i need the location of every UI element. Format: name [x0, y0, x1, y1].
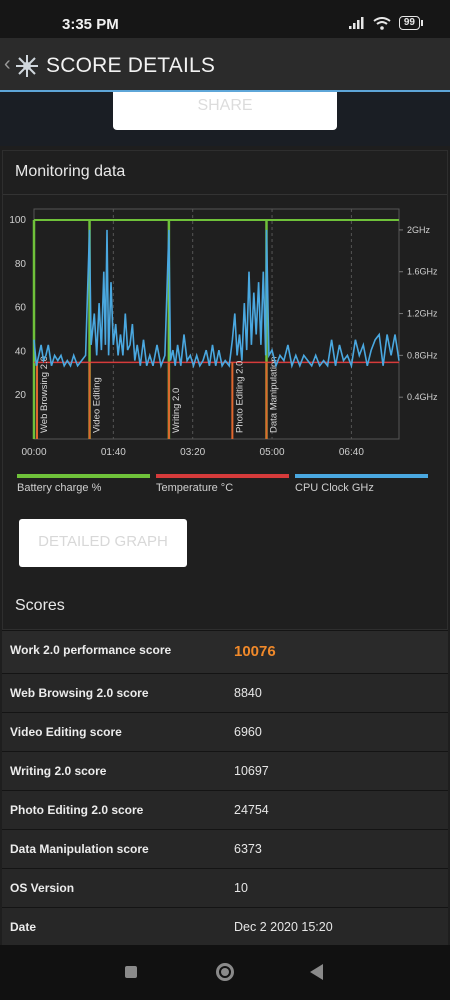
status-bar: 3:35 PM 99: [0, 0, 450, 38]
legend-swatch-battery: [17, 474, 150, 478]
y-right-tick-label: 0.8GHz: [407, 350, 438, 360]
legend-label-battery: Battery charge %: [17, 482, 102, 494]
score-value: 24754: [234, 803, 269, 817]
score-value: 6960: [234, 725, 262, 739]
y-left-tick-label: 100: [9, 215, 26, 226]
segment-label: Web Browsing 2.0: [39, 356, 50, 433]
app-logo-icon: [16, 55, 38, 77]
score-value: 10: [234, 881, 248, 895]
y-right-tick-label: 2GHz: [407, 225, 431, 235]
y-left-tick-label: 40: [15, 346, 27, 357]
legend-item-battery: Battery charge %: [17, 474, 150, 494]
y-left-tick-label: 60: [15, 303, 27, 314]
signal-icon: [348, 17, 364, 29]
scores-table: Work 2.0 performance score 10076 Web Brows…: [2, 630, 448, 946]
segment-label: Video Editing: [92, 377, 103, 433]
score-label: Video Editing score: [10, 725, 122, 739]
score-row: Work 2.0 performance score 10076: [2, 630, 448, 673]
score-row: Photo Editing 2.0 score 24754: [2, 790, 448, 829]
chart-legend: Battery charge % Temperature °C CPU Cloc…: [17, 474, 435, 498]
share-area: SHARE: [0, 92, 450, 146]
y-left-tick-label: 80: [15, 259, 27, 270]
score-label: Photo Editing 2.0 score: [10, 803, 144, 817]
legend-label-temperature: Temperature °C: [156, 482, 234, 494]
battery-indicator: 99: [398, 16, 424, 30]
x-tick-label: 03:20: [180, 447, 205, 458]
monitoring-title: Monitoring data: [15, 163, 126, 180]
score-value: 8840: [234, 686, 262, 700]
back-icon[interactable]: [310, 964, 323, 980]
score-label: Web Browsing 2.0 score: [10, 686, 149, 700]
legend-item-temperature: Temperature °C: [156, 474, 289, 494]
score-label: Writing 2.0 score: [10, 764, 107, 778]
score-row: Web Browsing 2.0 score 8840: [2, 673, 448, 712]
score-label: OS Version: [10, 881, 75, 895]
score-value: 6373: [234, 842, 262, 856]
back-chevron-icon[interactable]: ‹: [4, 53, 11, 76]
status-icons: 99: [348, 16, 424, 30]
score-row: Writing 2.0 score 10697: [2, 751, 448, 790]
navigation-bar: [0, 945, 450, 1000]
score-row: Data Manipulation score 6373: [2, 829, 448, 868]
score-row: Video Editing score 6960: [2, 712, 448, 751]
y-right-tick-label: 1.2GHz: [407, 309, 438, 319]
monitoring-panel: Monitoring data 00:00 01:40 03:20 05:00 06:4…: [2, 150, 448, 630]
page-title: SCORE DETAILS: [46, 54, 216, 77]
segment-label: Writing 2.0: [171, 388, 182, 433]
wifi-icon: [373, 16, 391, 30]
app-bar: ‹ SCORE DETAILS: [0, 38, 450, 92]
segment-label: Data Manipulation: [268, 356, 279, 433]
x-tick-label: 05:00: [260, 447, 285, 458]
divider: [3, 194, 447, 195]
legend-item-cpu: CPU Clock GHz: [295, 474, 428, 494]
x-tick-label: 01:40: [101, 447, 126, 458]
score-value: 10076: [234, 643, 276, 660]
status-time: 3:35 PM: [62, 16, 119, 33]
detailed-graph-button[interactable]: DETAILED GRAPH: [19, 519, 187, 567]
segment-label: Photo Editing 2.0: [234, 361, 245, 433]
recents-icon[interactable]: [125, 966, 137, 978]
home-icon[interactable]: [216, 963, 234, 981]
score-row: OS Version 10: [2, 868, 448, 907]
scores-title: Scores: [15, 597, 65, 614]
x-tick-label: 06:40: [339, 447, 364, 458]
legend-swatch-cpu: [295, 474, 428, 478]
monitoring-chart: 00:00 01:40 03:20 05:00 06:40 20 40 60 80 100 0.4G…: [9, 208, 438, 458]
score-value: Dec 2 2020 15:20: [234, 920, 333, 934]
y-right-tick-label: 0.4GHz: [407, 392, 438, 402]
legend-label-cpu: CPU Clock GHz: [295, 482, 374, 494]
share-button[interactable]: SHARE: [113, 92, 337, 130]
score-row: Date Dec 2 2020 15:20: [2, 907, 448, 946]
score-label: Data Manipulation score: [10, 842, 149, 856]
y-left-tick-label: 20: [15, 390, 27, 401]
score-label: Work 2.0 performance score: [10, 643, 172, 657]
score-label: Date: [10, 920, 37, 934]
score-value: 10697: [234, 764, 269, 778]
y-right-tick-label: 1.6GHz: [407, 267, 438, 277]
legend-swatch-temperature: [156, 474, 289, 478]
x-tick-label: 00:00: [21, 447, 46, 458]
